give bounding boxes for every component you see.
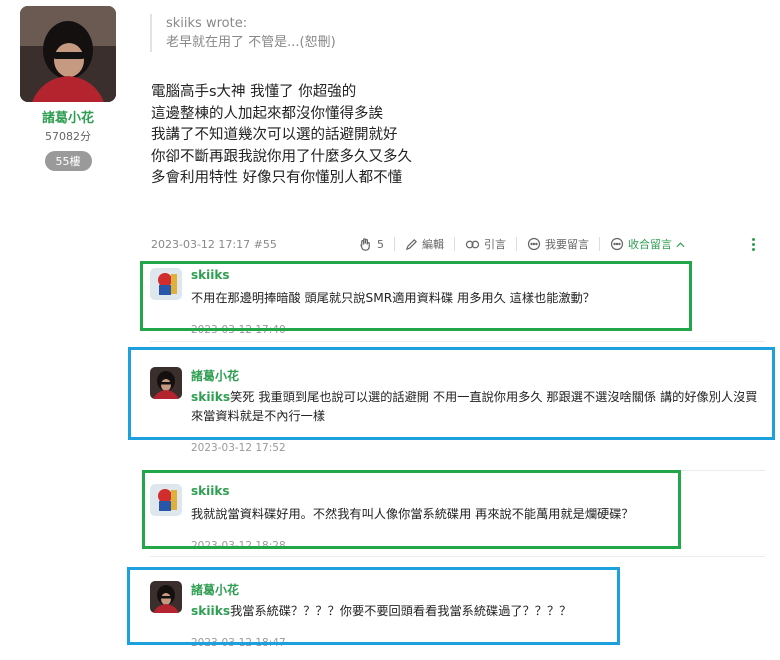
comment-item: skiiks 不用在那邊明捧暗酸 頭尾就只說SMR適用資料碟 用多用久 這樣也能… (150, 268, 680, 336)
quote-icon (465, 238, 480, 251)
post-body: 電腦高手s大神 我懂了 你超強的 這邊整棟的人加起來都沒你懂得多誒 我講了不知道… (151, 82, 711, 190)
reply-button[interactable]: 我要留言 (527, 236, 589, 252)
quote-block: skiiks wrote: 老早就在用了 不管是...(恕刪) (150, 14, 480, 52)
commenter-avatar[interactable] (150, 484, 182, 516)
collapse-comments-button[interactable]: 收合留言 (610, 236, 685, 252)
comment-text: skiiks笑死 我重頭到尾也說可以選的話避開 不用一直說你用多久 那跟選不選沒… (191, 388, 766, 426)
comment-text: 我就說當資料碟好用。不然我有叫人像你當系統碟用 再來說不能萬用就是爛硬碟？ (191, 505, 671, 524)
post-line: 多會利用特性 好像只有你懂別人都不懂 (151, 170, 403, 187)
quote-text: 老早就在用了 不管是...(恕刪) (166, 35, 336, 50)
post-line: 你卻不斷再跟我說你用了什麼多久又多久 (151, 148, 412, 165)
comment-mention[interactable]: skiiks (191, 604, 230, 618)
commenter-name[interactable]: 諸葛小花 (191, 367, 239, 384)
divider (454, 237, 455, 251)
collapse-label: 收合留言 (628, 238, 672, 251)
post-author: 諸葛小花 57082分 55樓 (18, 6, 118, 171)
comment-time: 2023-03-12 17:52 (191, 442, 286, 454)
comment-divider (150, 556, 765, 557)
comment-time: 2023-03-12 17:40 (191, 324, 286, 336)
comment-divider (150, 470, 765, 471)
pencil-icon (405, 238, 418, 251)
chevron-up-icon (676, 241, 685, 248)
comment-text: skiiks我當系統碟？？？？你要不要回頭看看我當系統碟過了？？？？ (191, 602, 621, 621)
divider (394, 237, 395, 251)
commenter-avatar[interactable] (150, 268, 182, 300)
comment-item: skiiks 我就說當資料碟好用。不然我有叫人像你當系統碟用 再來說不能萬用就是… (150, 484, 675, 552)
reply-label: 我要留言 (545, 238, 589, 251)
clap-icon (358, 237, 373, 252)
author-points: 57082分 (45, 130, 91, 143)
quote-button[interactable]: 引言 (465, 236, 506, 252)
chat-bubble-icon (527, 237, 541, 251)
commenter-avatar[interactable] (150, 367, 182, 399)
quote-label: 引言 (484, 238, 506, 251)
comment-divider (150, 341, 765, 342)
author-avatar[interactable] (20, 6, 116, 102)
comment-time: 2023-03-12 18:47 (191, 637, 286, 649)
post-line: 電腦高手s大神 我懂了 你超強的 (151, 84, 357, 100)
post-actions: 5 編輯 引言 我要留言 收合留言 (358, 236, 685, 252)
floor-badge: 55樓 (44, 151, 92, 171)
commenter-name[interactable]: skiiks (191, 268, 229, 282)
quote-header: skiiks wrote: (166, 16, 248, 31)
edit-label: 編輯 (422, 238, 444, 251)
like-button[interactable]: 5 (358, 237, 384, 252)
more-vertical-icon[interactable] (750, 238, 756, 251)
collapse-chat-icon (610, 237, 624, 251)
commenter-avatar[interactable] (150, 581, 182, 613)
comment-body: 我當系統碟？？？？你要不要回頭看看我當系統碟過了？？？？ (230, 604, 572, 618)
commenter-name[interactable]: skiiks (191, 484, 229, 498)
post-line: 我講了不知道幾次可以選的話避開就好 (151, 127, 398, 144)
comment-body: 我就說當資料碟好用。不然我有叫人像你當系統碟用 再來說不能萬用就是爛硬碟？ (191, 507, 634, 521)
divider (516, 237, 517, 251)
edit-button[interactable]: 編輯 (405, 236, 444, 252)
comment-item: 諸葛小花 skiiks笑死 我重頭到尾也說可以選的話避開 不用一直說你用多久 那… (150, 367, 770, 457)
comment-mention[interactable]: skiiks (191, 390, 230, 404)
comment-body: 不用在那邊明捧暗酸 頭尾就只說SMR適用資料碟 用多用久 這樣也能激動？ (191, 291, 595, 305)
comment-time: 2023-03-12 18:28 (191, 540, 286, 552)
like-count: 5 (377, 237, 384, 251)
post-line: 這邊整棟的人加起來都沒你懂得多誒 (151, 105, 383, 122)
author-name[interactable]: 諸葛小花 (18, 107, 118, 126)
divider (599, 237, 600, 251)
post-meta: 2023-03-12 17:17 #55 (151, 238, 277, 251)
comment-item: 諸葛小花 skiiks我當系統碟？？？？你要不要回頭看看我當系統碟過了？？？？ … (150, 581, 620, 651)
commenter-name[interactable]: 諸葛小花 (191, 581, 239, 598)
comment-body: 笑死 我重頭到尾也說可以選的話避開 不用一直說你用多久 那跟選不選沒啥關係 講的… (191, 390, 758, 423)
comment-text: 不用在那邊明捧暗酸 頭尾就只說SMR適用資料碟 用多用久 這樣也能激動？ (191, 289, 671, 308)
